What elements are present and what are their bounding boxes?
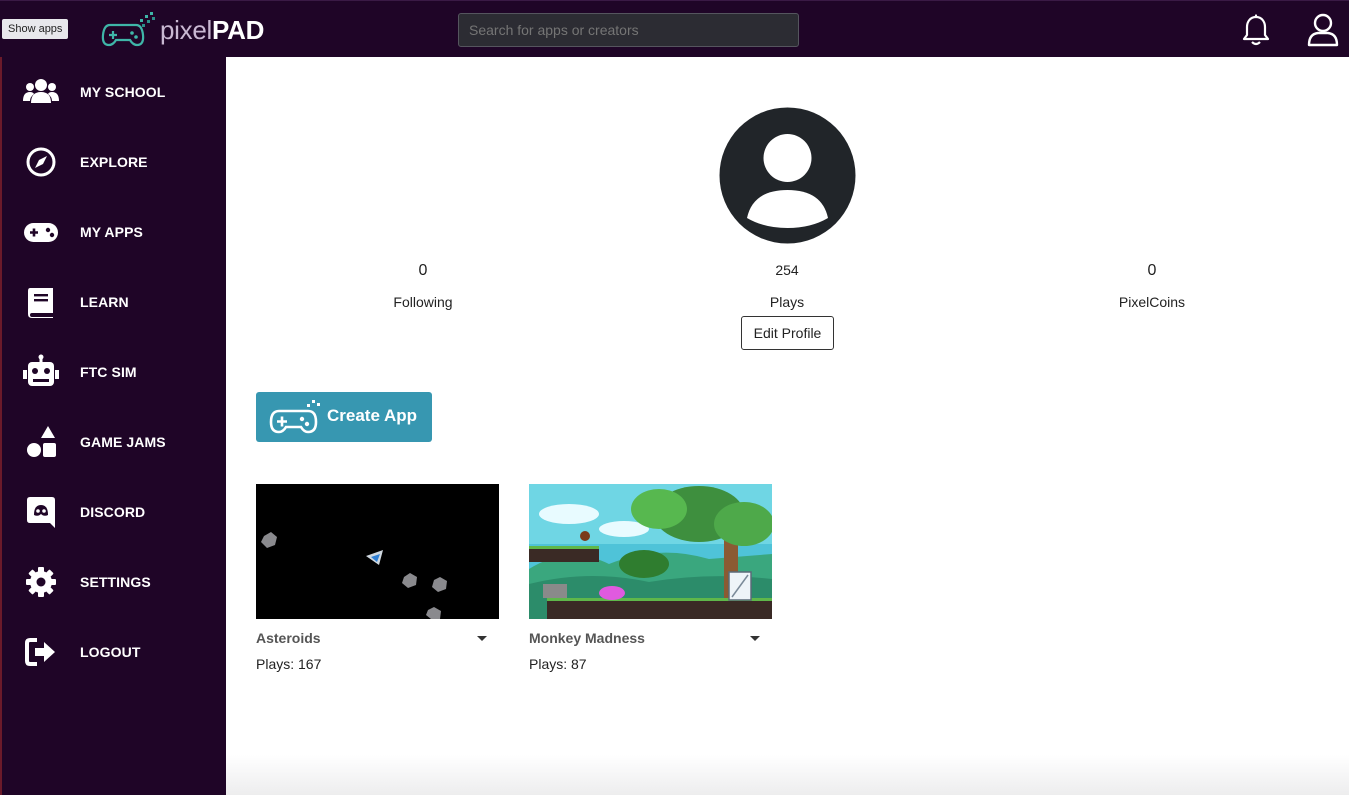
- app-card[interactable]: Monkey Madness Plays: 87: [529, 484, 772, 672]
- profile-main: 0 Following 254 Plays 0 PixelCoins Edit …: [226, 57, 1349, 795]
- following-label: Following: [393, 294, 453, 310]
- gamepad-plus-icon: [269, 400, 320, 434]
- sidebar-item-logout[interactable]: LOGOUT: [2, 624, 226, 680]
- sidebar-item-my-school[interactable]: MY SCHOOL: [2, 64, 226, 120]
- sidebar-item-label: MY SCHOOL: [80, 84, 166, 100]
- users-icon: [23, 79, 59, 103]
- sidebar-item-label: EXPLORE: [80, 154, 148, 170]
- sidebar-item-my-apps[interactable]: MY APPS: [2, 204, 226, 260]
- sidebar-item-settings[interactable]: SETTINGS: [2, 554, 226, 610]
- sidebar-item-explore[interactable]: EXPLORE: [2, 134, 226, 190]
- pixelcoins-count: 0: [1147, 262, 1157, 279]
- brand-name: pixelPAD: [160, 14, 265, 45]
- sidebar-item-label: SETTINGS: [80, 574, 151, 590]
- top-bar: pixelPAD Show apps: [0, 0, 1349, 57]
- sidebar: MY SCHOOL EXPLORE MY APPS LEARN FTC SIM …: [0, 57, 226, 795]
- create-app-label: Create App: [327, 406, 418, 425]
- sidebar-item-learn[interactable]: LEARN: [2, 274, 226, 330]
- sidebar-item-label: MY APPS: [80, 224, 143, 240]
- app-card[interactable]: Asteroids Plays: 167: [256, 484, 499, 672]
- gear-icon: [26, 567, 56, 597]
- gamepad-logo-icon: [101, 12, 155, 47]
- search-input[interactable]: [458, 13, 799, 47]
- sidebar-item-label: LOGOUT: [80, 644, 141, 660]
- pixelpad-logo[interactable]: pixelPAD: [100, 11, 264, 49]
- app-plays: Plays: 167: [256, 656, 322, 672]
- profile-avatar-icon[interactable]: [719, 107, 856, 244]
- bell-icon[interactable]: [1240, 13, 1272, 47]
- show-apps-tooltip: Show apps: [2, 19, 69, 39]
- chevron-down-icon[interactable]: [750, 636, 760, 641]
- sidebar-item-discord[interactable]: DISCORD: [2, 484, 226, 540]
- book-icon: [28, 288, 53, 318]
- user-icon[interactable]: [1306, 12, 1340, 48]
- sidebar-item-label: FTC SIM: [80, 364, 137, 380]
- app-thumbnail[interactable]: [256, 484, 499, 619]
- following-count: 0: [418, 262, 428, 279]
- create-app-button[interactable]: Create App: [256, 392, 432, 442]
- discord-icon: [27, 497, 55, 528]
- robot-icon: [23, 354, 59, 386]
- sidebar-item-label: LEARN: [80, 294, 129, 310]
- sidebar-item-game-jams[interactable]: GAME JAMS: [2, 414, 226, 470]
- pixelcoins-label: PixelCoins: [1118, 294, 1186, 310]
- app-title[interactable]: Asteroids: [256, 630, 499, 646]
- app-title[interactable]: Monkey Madness: [529, 630, 772, 646]
- sidebar-item-label: DISCORD: [80, 504, 146, 520]
- plays-stat: 254 Plays: [687, 262, 887, 310]
- compass-icon: [26, 147, 56, 177]
- sidebar-item-label: GAME JAMS: [80, 434, 166, 450]
- plays-count: 254: [775, 262, 799, 278]
- following-stat[interactable]: 0 Following: [323, 262, 523, 310]
- edit-profile-button[interactable]: Edit Profile: [741, 316, 834, 350]
- asteroids-screenshot: [256, 484, 499, 619]
- gamepad-icon: [24, 223, 58, 242]
- monkey-madness-screenshot: [529, 484, 772, 619]
- logout-icon: [25, 638, 55, 666]
- pixelcoins-stat: 0 PixelCoins: [1052, 262, 1252, 310]
- chevron-down-icon[interactable]: [477, 636, 487, 641]
- sidebar-item-ftc-sim[interactable]: FTC SIM: [2, 344, 226, 400]
- plays-label: Plays: [769, 294, 805, 310]
- bottom-fade: [226, 755, 1349, 795]
- app-plays: Plays: 87: [529, 656, 587, 672]
- shapes-icon: [27, 426, 56, 457]
- app-thumbnail[interactable]: [529, 484, 772, 619]
